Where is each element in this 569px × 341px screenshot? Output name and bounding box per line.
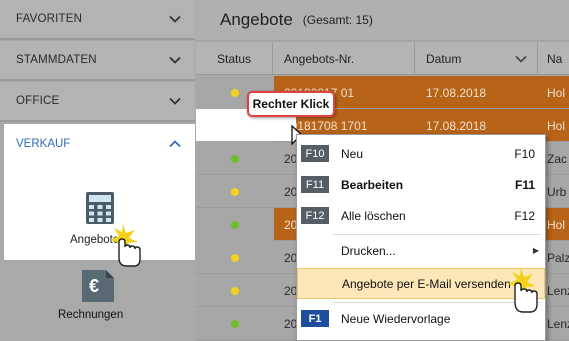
status-cell — [196, 241, 274, 274]
menu-item-neu[interactable]: F10 Neu F10 — [297, 138, 545, 169]
column-header-angebotsnr[interactable]: Angebots-Nr. — [274, 42, 415, 75]
menu-item-drucken[interactable]: Drucken... ▶ — [297, 235, 545, 266]
menu-item-bearbeiten[interactable]: F11 Bearbeiten F11 — [297, 169, 545, 200]
hand-cursor-icon — [508, 268, 538, 313]
sidebar-section-office[interactable]: OFFICE — [0, 82, 195, 122]
name-cell: Urb — [547, 184, 567, 199]
shortcut-key-badge: F12 — [301, 207, 329, 224]
sidebar-section-label: VERKAUF — [16, 138, 71, 150]
name-cell: Hol — [547, 85, 566, 100]
calculator-icon[interactable] — [85, 191, 115, 225]
date-cell: 17.08.2018 — [426, 85, 487, 100]
name-cell: Lenz — [547, 316, 569, 331]
shortcut-key-badge: F1 — [301, 310, 329, 327]
status-cell — [196, 307, 274, 340]
column-header-name[interactable]: Na — [539, 42, 569, 75]
table-header: Status Angebots-Nr. Datum Na — [196, 42, 569, 75]
submenu-arrow-icon: ▶ — [532, 246, 539, 255]
sidebar-section-verkauf-header[interactable]: VERKAUF — [4, 124, 195, 164]
svg-text:€: € — [89, 276, 99, 296]
chevron-down-icon — [169, 97, 181, 105]
status-cell — [196, 208, 274, 241]
sidebar: FAVORITEN STAMMDATEN OFFICE VERKAUF Ange… — [0, 0, 195, 341]
name-cell: Hol — [547, 118, 566, 133]
sidebar-section-favoriten[interactable]: FAVORITEN — [0, 0, 195, 40]
status-dot-icon — [231, 88, 239, 97]
name-cell: Zac — [547, 151, 568, 166]
status-dot-icon — [231, 319, 239, 328]
status-cell — [196, 175, 274, 208]
sidebar-item-rechnungen[interactable]: Rechnungen — [58, 309, 123, 321]
page-title: Angebote — [220, 10, 293, 29]
status-cell — [196, 142, 274, 175]
hand-cursor-icon — [110, 224, 141, 267]
euro-document-icon[interactable]: € — [80, 268, 116, 304]
status-dot-icon — [231, 286, 239, 295]
status-dot-icon — [231, 154, 239, 163]
name-cell: Palz — [547, 250, 569, 265]
sidebar-section-label: FAVORITEN — [16, 13, 83, 25]
shortcut-key-badge: F11 — [301, 176, 329, 193]
column-header-status[interactable]: Status — [196, 42, 273, 75]
panel-header: Angebote (Gesamt: 15) — [196, 0, 569, 40]
menu-item-alle-loeschen[interactable]: F12 Alle löschen F12 — [297, 200, 545, 231]
sidebar-section-verkauf: VERKAUF Angebote — [4, 124, 195, 260]
shortcut-key-badge: F10 — [301, 145, 329, 162]
column-header-datum[interactable]: Datum — [416, 42, 538, 75]
chevron-down-icon — [169, 15, 181, 23]
chevron-down-icon — [169, 56, 181, 64]
sidebar-section-label: OFFICE — [16, 95, 60, 107]
total-count: (Gesamt: 15) — [302, 13, 373, 27]
sidebar-section-label: STAMMDATEN — [16, 54, 97, 66]
status-cell — [196, 274, 274, 307]
chevron-up-icon — [169, 140, 181, 148]
sidebar-section-stammdaten[interactable]: STAMMDATEN — [0, 41, 195, 81]
name-cell: Lenz — [547, 283, 569, 298]
name-cell: Hol — [547, 217, 566, 232]
status-dot-icon — [231, 253, 239, 262]
status-dot-icon — [231, 187, 239, 196]
chevron-down-icon[interactable] — [515, 53, 527, 65]
right-click-callout: Rechter Klick — [247, 91, 335, 117]
status-dot-icon — [231, 220, 239, 229]
